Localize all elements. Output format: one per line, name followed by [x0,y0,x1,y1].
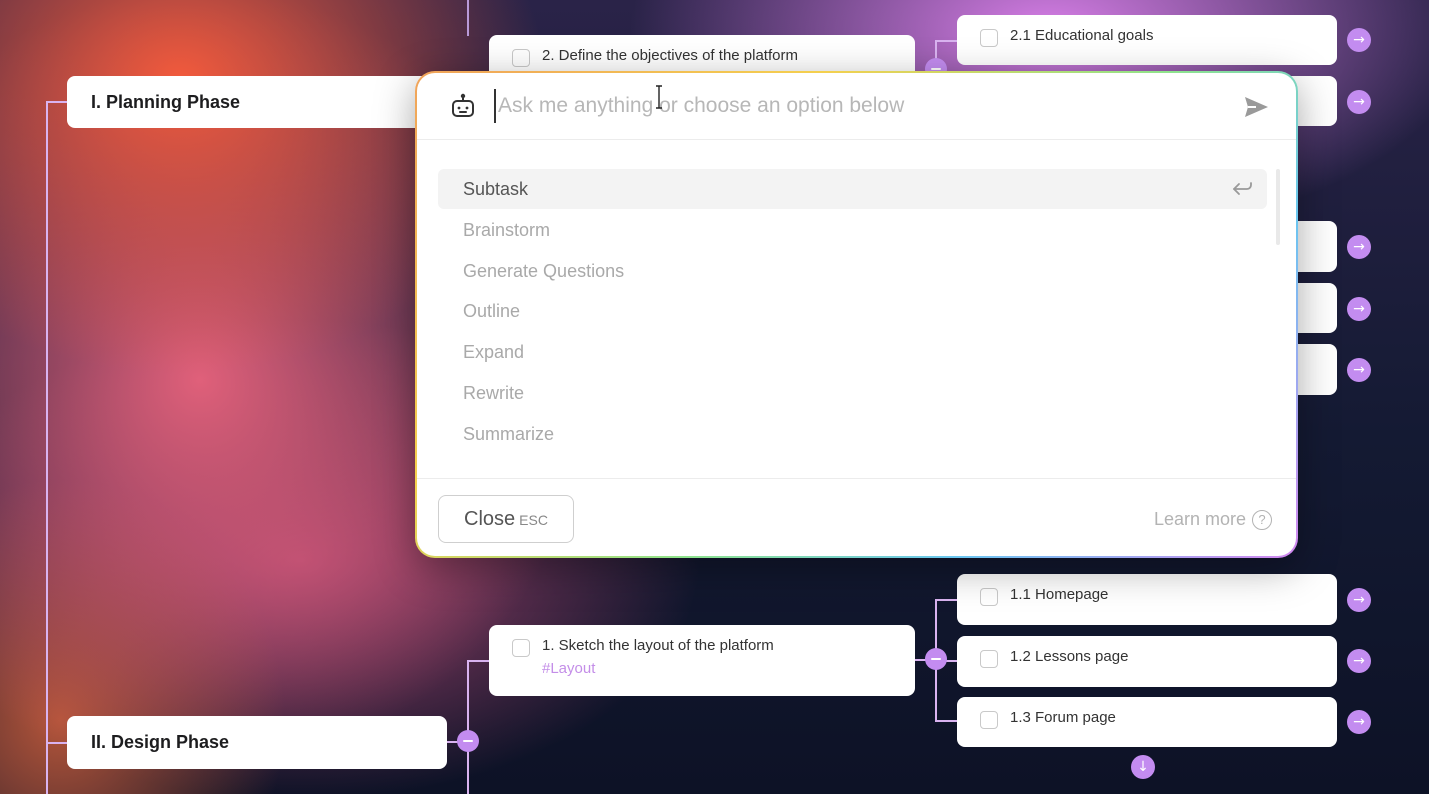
ai-option-outline[interactable]: Outline [438,291,1267,331]
connector-design-branch [467,660,469,794]
mindmap-trunk-line [46,101,48,794]
subtask-card-educational-goals[interactable]: 2.1 Educational goals [957,15,1337,65]
arrow-down-icon[interactable]: ↓ [1131,755,1155,779]
phase-node-design[interactable]: II. Design Phase [67,716,447,769]
ai-option-brainstorm[interactable]: Brainstorm [438,210,1267,250]
connector-sub-3 [935,720,957,722]
arrow-right-icon[interactable]: → [1347,90,1371,114]
ai-option-rewrite[interactable]: Rewrite [438,373,1267,413]
task-checkbox[interactable] [512,639,530,657]
arrow-right-icon[interactable]: → [1347,710,1371,734]
robot-icon [452,93,474,117]
subtask-checkbox[interactable] [980,588,998,606]
subtask-title: 1.2 Lessons page [1010,648,1129,665]
arrow-right-icon[interactable]: → [1347,358,1371,382]
question-circle-icon: ? [1252,509,1272,530]
ask-ai-input[interactable] [494,89,1234,123]
connector-branch-to-task [467,660,489,662]
ai-dialog-panel: Subtask Brainstorm Generate Questions Ou… [417,73,1296,556]
task-title: 1. Sketch the layout of the platform [542,637,774,654]
send-icon[interactable] [1242,93,1270,121]
ai-dialog-footer: Close ESC Learn more ? [417,478,1296,556]
phase-node-planning[interactable]: I. Planning Phase [67,76,447,128]
ai-option-label: Rewrite [463,382,525,403]
enter-return-icon [1233,182,1252,195]
arrow-right-icon[interactable]: → [1347,235,1371,259]
learn-more-label: Learn more [1153,509,1246,529]
ai-option-label: Outline [463,301,521,322]
subtask-title: 2.1 Educational goals [1010,27,1154,44]
option-list-scrollbar[interactable] [1276,169,1280,245]
learn-more-link[interactable]: Learn more ? [1154,509,1272,530]
ai-option-label: Expand [463,342,525,363]
collapse-toggle-design[interactable] [457,730,479,752]
arrow-right-icon[interactable]: → [1347,297,1371,321]
ai-option-subtask[interactable]: Subtask [438,169,1267,209]
subtask-card-forum[interactable]: 1.3 Forum page [957,697,1337,747]
ai-dialog-header [417,73,1296,140]
subtask-checkbox[interactable] [980,711,998,729]
ai-option-label: Summarize [463,423,555,444]
connector-design [46,742,68,744]
phase-label: I. Planning Phase [91,91,241,112]
ai-option-label: Generate Questions [463,260,625,281]
task-card-sketch-layout[interactable]: 1. Sketch the layout of the platform #La… [489,625,915,696]
text-cursor-icon [656,85,662,109]
ai-option-generate-questions[interactable]: Generate Questions [438,251,1267,291]
subtask-checkbox[interactable] [980,29,998,47]
ai-assistant-dialog: Subtask Brainstorm Generate Questions Ou… [415,71,1298,558]
ai-option-label: Brainstorm [463,219,551,240]
connector-top-sub-1 [935,40,957,42]
arrow-right-icon[interactable]: → [1347,588,1371,612]
connector-top-branch [467,0,469,36]
phase-label: II. Design Phase [91,732,230,752]
arrow-right-icon[interactable]: → [1347,28,1371,52]
connector-sub-1 [935,599,957,601]
close-label: Close [464,507,516,530]
task-tag[interactable]: #Layout [542,660,915,677]
arrow-right-icon[interactable]: → [1347,649,1371,673]
connector-planning [46,101,68,103]
task-checkbox[interactable] [512,49,530,67]
ai-option-list: Subtask Brainstorm Generate Questions Ou… [438,169,1267,455]
ai-option-expand[interactable]: Expand [438,332,1267,372]
subtask-title: 1.1 Homepage [1010,586,1109,603]
ai-option-label: Subtask [463,179,529,199]
subtask-card-lessons[interactable]: 1.2 Lessons page [957,636,1337,687]
ai-option-summarize[interactable]: Summarize [438,414,1267,454]
close-button[interactable]: Close ESC [438,495,574,543]
collapse-toggle-sketch[interactable] [925,648,947,670]
subtask-checkbox[interactable] [980,650,998,668]
subtask-card-homepage[interactable]: 1.1 Homepage [957,574,1337,625]
esc-shortcut-label: ESC [519,511,548,528]
task-title: 2. Define the objectives of the platform [542,47,798,64]
subtask-title: 1.3 Forum page [1010,709,1116,726]
